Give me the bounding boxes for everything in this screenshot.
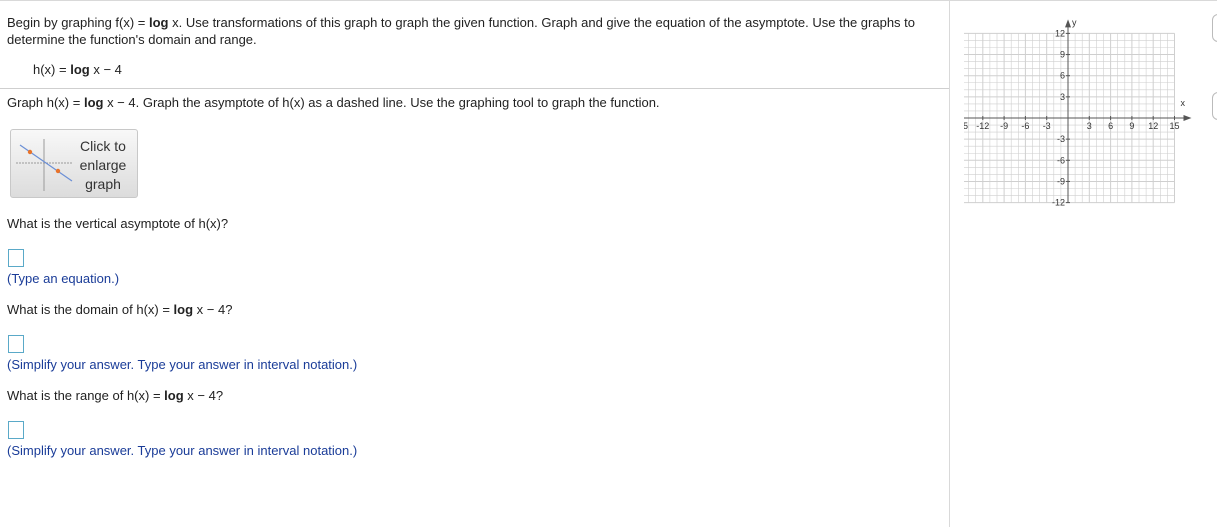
y-tick-label: -9 (1057, 176, 1065, 186)
asymptote-answer-input[interactable] (8, 249, 24, 267)
x-axis-arrow (1183, 115, 1192, 121)
enlarge-graph-button[interactable]: Click to enlarge graph (10, 129, 138, 198)
section-divider (0, 88, 949, 89)
question-pane: Begin by graphing f(x) = log x. Use tran… (0, 0, 949, 527)
scroll-handle-top[interactable] (1212, 14, 1217, 42)
range-hint: (Simplify your answer. Type your answer … (7, 443, 358, 458)
y-tick-label: -3 (1057, 134, 1065, 144)
y-tick-label: 3 (1060, 92, 1065, 102)
x-tick-label: -3 (1043, 121, 1051, 131)
enlarge-graph-label: Click to enlarge graph (79, 138, 127, 192)
range-question: What is the range of h(x) = log x − 4? (7, 388, 224, 403)
y-tick-label: 9 (1060, 50, 1065, 60)
problem-intro: Begin by graphing f(x) = log x. Use tran… (7, 15, 915, 47)
y-tick-label: -12 (1052, 198, 1065, 206)
x-tick-label: -15 (964, 121, 968, 131)
y-axis-arrow (1065, 19, 1071, 28)
coordinate-grid[interactable]: x y -15 -12 -9 -6 -3 3 6 9 12 15 12 9 6 3 -3 -6 -9 -12 (964, 16, 1204, 206)
graph-thumbnail-icon (16, 139, 73, 191)
y-tick-label: 12 (1055, 28, 1065, 38)
x-tick-label: 12 (1148, 121, 1158, 131)
x-tick-label: 9 (1129, 121, 1134, 131)
x-tick-label: 3 (1087, 121, 1092, 131)
y-tick-label: 6 (1060, 71, 1065, 81)
domain-hint: (Simplify your answer. Type your answer … (7, 357, 358, 372)
x-tick-label: 15 (1169, 121, 1179, 131)
graph-instruction: Graph h(x) = log x − 4. Graph the asympt… (7, 95, 660, 110)
domain-answer-input[interactable] (8, 335, 24, 353)
function-definition: h(x) = log x − 4 (33, 62, 122, 77)
asymptote-hint: (Type an equation.) (7, 271, 120, 286)
x-axis-label: x (1181, 98, 1186, 108)
asymptote-question: What is the vertical asymptote of h(x)? (7, 216, 229, 231)
scroll-handle-bottom[interactable] (1212, 92, 1217, 120)
x-tick-label: -12 (976, 121, 989, 131)
x-tick-label: -6 (1021, 121, 1029, 131)
domain-question: What is the domain of h(x) = log x − 4? (7, 302, 233, 317)
graph-pane: x y -15 -12 -9 -6 -3 3 6 9 12 15 12 9 6 3 -3 -6 -9 -12 (950, 0, 1217, 527)
x-tick-label: 6 (1108, 121, 1113, 131)
range-answer-input[interactable] (8, 421, 24, 439)
y-tick-label: -6 (1057, 155, 1065, 165)
y-axis-label: y (1072, 17, 1077, 27)
x-tick-label: -9 (1000, 121, 1008, 131)
